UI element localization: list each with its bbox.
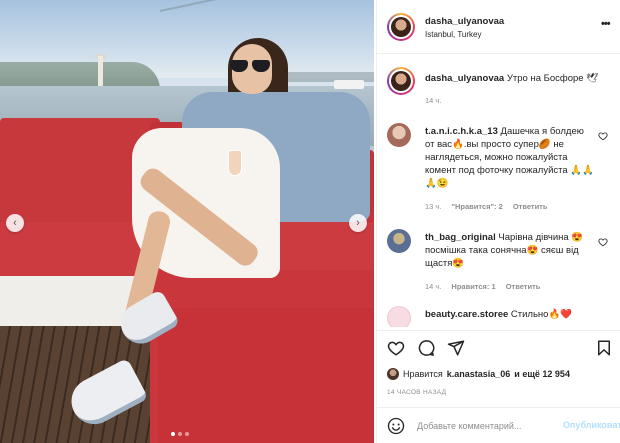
comment-input[interactable] (417, 419, 557, 433)
emoji-smile-icon[interactable] (387, 417, 405, 435)
post-location[interactable]: Istanbul, Turkey (425, 30, 481, 39)
comment-text: th_bag_original Чарівна дівчина 😍 посміш… (425, 231, 595, 270)
like-heart-icon[interactable] (387, 339, 405, 357)
photo-wine-glass (228, 150, 242, 176)
carousel-dot (178, 432, 182, 436)
caption-avatar[interactable] (387, 67, 415, 95)
caption-username[interactable]: dasha_ulyanovaa (425, 73, 504, 84)
photo-front-seat (158, 308, 374, 443)
post-photo[interactable]: ‹ › (0, 0, 374, 443)
carousel-dot (185, 432, 189, 436)
like-comment-heart-icon[interactable] (598, 131, 608, 141)
liker-username[interactable]: k.anastasia_06 (447, 369, 511, 379)
comment-likes[interactable]: "Нравится": 2 (451, 202, 502, 211)
commenter-username[interactable]: t.a.n.i.c.h.k.a_13 (425, 126, 498, 137)
caption-body: Утро на Босфоре 🕊 (506, 73, 599, 84)
carousel-dot-active (171, 432, 175, 436)
comments-list[interactable]: dasha_ulyanovaa Утро на Босфоре 🕊 14 ч. … (377, 55, 620, 327)
commenter-username[interactable]: th_bag_original (425, 232, 496, 243)
post-header: dasha_ulyanovaa Istanbul, Turkey ••• (377, 0, 620, 54)
comment-time: 13 ч. (425, 202, 442, 211)
comment-likes[interactable]: Нравится: 1 (451, 282, 495, 291)
caption-time: 14 ч. (425, 96, 442, 105)
carousel-dots (171, 432, 189, 436)
comment-body: Стильно🔥❤️ (510, 309, 573, 320)
comment-meta: 13 ч. "Нравится": 2 Ответить (425, 202, 547, 211)
commenter-avatar[interactable] (387, 306, 411, 327)
previous-slide-button[interactable]: ‹ (6, 214, 24, 232)
comment-meta: 14 ч. Нравится: 1 Ответить (425, 282, 540, 291)
post-side-panel: dasha_ulyanovaa Istanbul, Turkey ••• das… (376, 0, 620, 443)
commenter-username[interactable]: beauty.care.storee (425, 309, 508, 320)
bookmark-icon[interactable] (595, 339, 613, 357)
comment-text: t.a.n.i.c.h.k.a_13 Дашечка я болдею от в… (425, 125, 595, 190)
post-time-ago[interactable]: 14 ЧАСОВ НАЗАД (387, 389, 446, 396)
liker-avatar[interactable] (387, 368, 399, 380)
commenter-avatar[interactable] (387, 229, 411, 253)
likes-summary[interactable]: Нравится k.anastasia_06 и ещё 12 954 (387, 366, 617, 382)
publish-button[interactable]: Опубликовать (563, 420, 620, 430)
comment-text: beauty.care.storee Стильно🔥❤️ (425, 308, 595, 321)
comment-time: 14 ч. (425, 282, 442, 291)
comment-bubble-icon[interactable] (417, 339, 435, 357)
reply-button[interactable]: Ответить (506, 282, 541, 291)
likes-count[interactable]: и ещё 12 954 (514, 369, 570, 379)
commenter-avatar[interactable] (387, 123, 411, 147)
likes-prefix: Нравится (403, 369, 443, 379)
author-username[interactable]: dasha_ulyanovaa (425, 16, 504, 27)
add-comment-bar: Опубликовать (377, 407, 620, 443)
author-avatar[interactable] (387, 13, 415, 41)
caption-text: dasha_ulyanovaa Утро на Босфоре 🕊 (425, 72, 610, 85)
next-slide-button[interactable]: › (349, 214, 367, 232)
like-comment-heart-icon[interactable] (598, 237, 608, 247)
post-actions-bar (377, 330, 620, 364)
reply-button[interactable]: Ответить (513, 202, 548, 211)
photo-tower (98, 56, 103, 86)
photo-distant-boat (334, 80, 364, 89)
share-send-icon[interactable] (447, 339, 465, 357)
photo-person-sunglasses (230, 60, 272, 72)
more-options-icon[interactable]: ••• (601, 18, 611, 30)
